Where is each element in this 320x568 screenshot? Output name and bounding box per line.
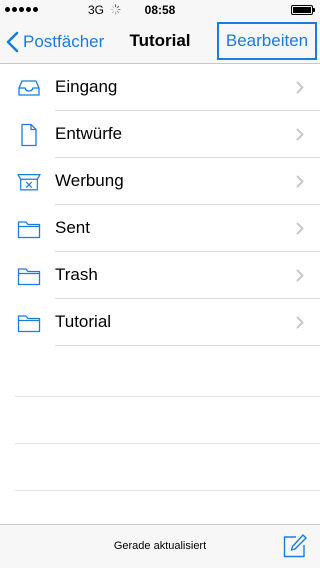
mailbox-label: Entwürfe xyxy=(55,124,123,143)
mailbox-label: Sent xyxy=(55,218,90,237)
chevron-right-icon xyxy=(296,316,304,329)
back-button-label: Postfächer xyxy=(23,32,105,51)
mailbox-row-werbung[interactable]: Werbung xyxy=(0,158,320,205)
draft-document-icon xyxy=(17,123,41,147)
mailbox-label: Trash xyxy=(55,265,98,284)
empty-row-divider xyxy=(15,396,320,397)
row-divider xyxy=(55,345,320,346)
junk-bin-icon xyxy=(17,170,41,194)
empty-row-divider xyxy=(15,490,320,491)
chevron-right-icon xyxy=(296,222,304,235)
mailbox-label: Werbung xyxy=(55,171,124,190)
edit-button[interactable]: Bearbeiten xyxy=(217,22,317,60)
chevron-right-icon xyxy=(296,175,304,188)
status-time: 08:58 xyxy=(144,3,176,17)
inbox-tray-icon xyxy=(17,76,41,100)
folder-icon xyxy=(17,217,41,241)
mailbox-label: Eingang xyxy=(55,77,118,96)
empty-row-divider xyxy=(15,443,320,444)
folder-icon xyxy=(17,311,41,335)
navigation-bar: Postfächer Tutorial Bearbeiten xyxy=(0,20,320,64)
update-status-text: Gerade aktualisiert xyxy=(113,540,207,552)
edit-button-label: Bearbeiten xyxy=(225,31,309,50)
chevron-right-icon xyxy=(296,81,304,94)
mailbox-label: Tutorial xyxy=(55,312,112,331)
mailbox-row-entwuerfe[interactable]: Entwürfe xyxy=(0,111,320,158)
compose-icon[interactable] xyxy=(282,533,308,559)
page-title: Tutorial xyxy=(129,31,191,50)
status-bar: 3G 08:58 xyxy=(0,0,320,20)
chevron-right-icon xyxy=(296,128,304,141)
mailbox-row-eingang[interactable]: Eingang xyxy=(0,64,320,111)
back-button[interactable]: Postfächer xyxy=(6,28,104,56)
mailbox-row-trash[interactable]: Trash xyxy=(0,252,320,299)
chevron-left-icon xyxy=(6,31,19,53)
mailbox-row-tutorial[interactable]: Tutorial xyxy=(0,299,320,346)
battery-icon xyxy=(291,5,315,15)
bottom-toolbar: Gerade aktualisiert xyxy=(0,524,320,568)
mailbox-list: Eingang Entwürfe Werbung Sent Trash Tuto… xyxy=(0,64,320,346)
folder-icon xyxy=(17,264,41,288)
mailbox-row-sent[interactable]: Sent xyxy=(0,205,320,252)
chevron-right-icon xyxy=(296,269,304,282)
